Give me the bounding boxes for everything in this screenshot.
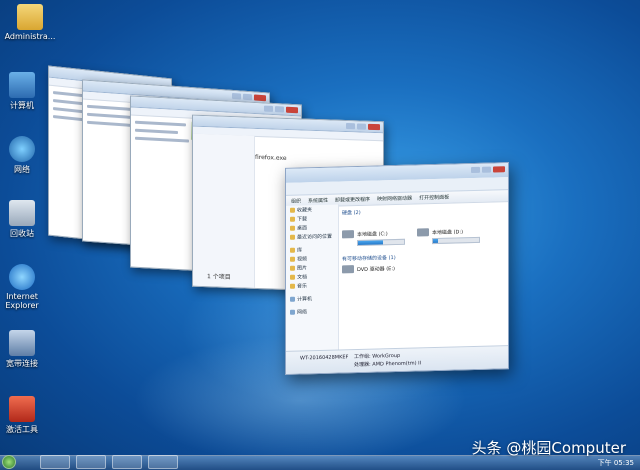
ie-icon	[9, 264, 35, 290]
computer-icon	[9, 72, 35, 98]
desktop-icon	[290, 225, 295, 231]
dvd-drive-icon	[342, 265, 354, 274]
computer-name: WT-20160428MKEF	[300, 354, 349, 362]
map-drive-button[interactable]: 映射网络驱动器	[377, 195, 412, 203]
uninstall-button[interactable]: 卸载或更改程序	[335, 196, 370, 204]
network-icon	[9, 136, 35, 162]
desktop-icon-label: 激活工具	[6, 425, 38, 434]
minimize-button[interactable]	[471, 166, 480, 174]
broadband-icon	[9, 330, 35, 356]
drive-usage-bar	[357, 238, 405, 247]
nav-item-network[interactable]: 网络	[286, 307, 338, 317]
computer-window[interactable]: 组织 系统属性 卸载或更改程序 映射网络驱动器 打开控制面板 收藏夹 下载 桌面…	[285, 162, 509, 375]
hard-drive-icon	[417, 227, 429, 236]
drive-label: DVD 驱动器 (E:)	[357, 265, 395, 273]
download-icon	[290, 216, 295, 222]
desktop-icon-label: Internet Explorer	[5, 292, 39, 310]
clock[interactable]: 下午 05:35	[598, 458, 634, 468]
document-icon	[290, 274, 295, 280]
desktop-icon-label: Administra...	[4, 32, 56, 41]
nav-item-computer[interactable]: 计算机	[286, 294, 338, 304]
nav-item-recent[interactable]: 最近访问的位置	[286, 232, 338, 242]
section-removable: 有可移动存储的设备 (1)	[342, 255, 396, 263]
video-icon	[290, 256, 295, 262]
drive-label: 本地磁盘 (C:)	[357, 231, 388, 239]
picture-icon	[290, 265, 295, 271]
workgroup-text: 工作组: WorkGroup	[354, 352, 401, 361]
tool-icon	[9, 396, 35, 422]
taskbar-item-ie[interactable]	[40, 455, 70, 469]
network-icon	[290, 309, 295, 315]
desktop-icon-label: 网络	[14, 165, 30, 174]
desktop-icon-network[interactable]: 网络	[0, 136, 52, 175]
system-properties-button[interactable]: 系统属性	[308, 197, 328, 205]
star-icon	[290, 207, 295, 213]
drive-dvd[interactable]: DVD 驱动器 (E:)	[342, 261, 504, 274]
close-button[interactable]	[493, 166, 505, 173]
navigation-pane: 收藏夹 下载 桌面 最近访问的位置 库 视频 图片 文档 音乐 计算机 网络	[286, 204, 339, 352]
recent-icon	[290, 234, 295, 240]
drive-c[interactable]: 本地磁盘 (C:)	[342, 220, 405, 247]
details-pane: WT-20160428MKEF 工作组: WorkGroup 处理器: AMD …	[286, 345, 508, 374]
desktop-icon-ie[interactable]: Internet Explorer	[0, 264, 52, 310]
maximize-button[interactable]	[482, 166, 491, 173]
music-icon	[290, 283, 295, 289]
drive-label: 本地磁盘 (D:)	[432, 229, 464, 237]
file-item[interactable]: firefox.exe	[255, 154, 287, 162]
start-button[interactable]	[2, 455, 16, 469]
control-panel-button[interactable]: 打开控制面板	[419, 194, 449, 202]
folder-user-icon	[17, 4, 43, 30]
library-icon	[290, 247, 295, 253]
taskbar-item-media[interactable]	[112, 455, 142, 469]
navigation-pane	[193, 133, 255, 288]
desktop-icon-tool[interactable]: 激活工具	[0, 396, 52, 435]
nav-item-music[interactable]: 音乐	[286, 281, 338, 291]
desktop-icon-administrator[interactable]: Administra...	[0, 4, 60, 41]
taskbar-item-explorer[interactable]	[76, 455, 106, 469]
desktop-icon-label: 计算机	[10, 101, 34, 110]
recycle-bin-icon	[9, 200, 35, 226]
watermark: 头条 @桃园Computer	[471, 439, 626, 457]
taskbar-item-window[interactable]	[148, 455, 178, 469]
desktop-icon-computer[interactable]: 计算机	[0, 72, 52, 111]
organize-button[interactable]: 组织	[291, 198, 301, 205]
drive-d[interactable]: 本地磁盘 (D:)	[417, 218, 480, 245]
drive-usage-bar	[432, 236, 480, 245]
hard-drive-icon	[342, 229, 354, 238]
desktop-icon-label: 宽带连接	[6, 359, 38, 368]
processor-text: 处理器: AMD Phenom(tm) II	[354, 360, 422, 369]
computer-icon	[290, 296, 295, 302]
status-text: 1 个项目	[207, 273, 231, 282]
content-pane: 硬盘 (2) 本地磁盘 (C:) 本地磁盘 (D:) 有可移动存储的设备 (1)…	[342, 203, 504, 276]
desktop-icon-broadband[interactable]: 宽带连接	[0, 330, 52, 369]
desktop-icon-recycle-bin[interactable]: 回收站	[0, 200, 52, 239]
desktop-icon-label: 回收站	[10, 229, 34, 238]
